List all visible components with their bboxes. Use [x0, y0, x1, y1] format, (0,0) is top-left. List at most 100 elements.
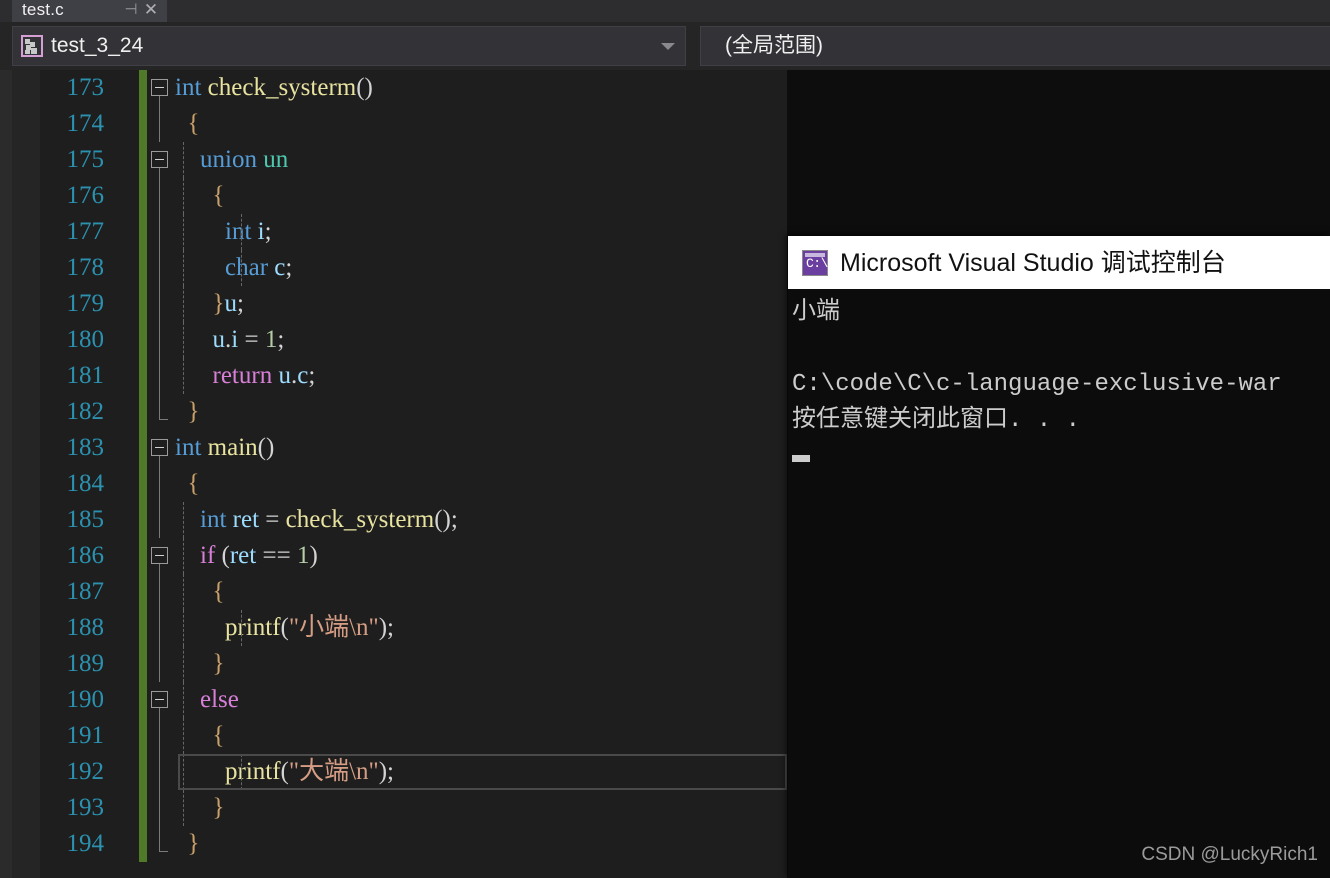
project-scope-dropdown[interactable]: test_3_24 — [12, 26, 686, 66]
outlining-column[interactable] — [147, 718, 175, 754]
outlining-column[interactable] — [147, 502, 175, 538]
code-line[interactable]: 187 { — [40, 574, 458, 610]
code-text: return u.c; — [175, 358, 458, 394]
code-line[interactable]: 174 { — [40, 106, 458, 142]
outlining-column[interactable] — [147, 250, 175, 286]
code-line[interactable]: 191 { — [40, 718, 458, 754]
line-number: 187 — [66, 578, 105, 605]
line-number: 184 — [66, 470, 105, 497]
code-line[interactable]: 182 } — [40, 394, 458, 430]
debug-console-window[interactable]: C:\ Microsoft Visual Studio 调试控制台 小端 C:\… — [788, 236, 1330, 878]
code-token: u — [224, 290, 238, 317]
code-text: { — [175, 178, 458, 214]
editor-left-strip — [0, 70, 12, 878]
code-token: = — [259, 506, 286, 533]
code-token: int — [175, 74, 202, 101]
outlining-column[interactable] — [147, 430, 175, 466]
code-line[interactable]: 181 return u.c; — [40, 358, 458, 394]
code-text: u.i = 1; — [175, 322, 458, 358]
outlining-column[interactable] — [147, 70, 175, 106]
indent-guide — [241, 754, 242, 790]
outlining-column[interactable] — [147, 646, 175, 682]
outlining-line — [159, 106, 160, 142]
editor-selection-margin[interactable] — [12, 70, 40, 878]
code-token: u — [212, 326, 226, 353]
outlining-column[interactable] — [147, 322, 175, 358]
code-line[interactable]: 185 int ret = check_systerm(); — [40, 502, 458, 538]
collapse-icon[interactable] — [151, 151, 168, 168]
code-line[interactable]: 186 if (ret == 1) — [40, 538, 458, 574]
code-line[interactable]: 189 } — [40, 646, 458, 682]
outlining-column[interactable] — [147, 106, 175, 142]
indent-guide — [183, 646, 184, 682]
code-line[interactable]: 176 { — [40, 178, 458, 214]
pin-icon[interactable]: ⊣ — [123, 0, 139, 20]
code-token: main — [207, 434, 258, 461]
line-number: 183 — [66, 434, 105, 461]
code-token: ; — [264, 218, 272, 245]
code-line[interactable]: 178 char c; — [40, 250, 458, 286]
line-number: 188 — [66, 614, 105, 641]
code-text: if (ret == 1) — [175, 538, 458, 574]
change-bar — [139, 322, 147, 358]
editor-surface[interactable]: 173 int check_systerm() 174 {175 union un 1… — [40, 70, 787, 878]
code-token: i — [257, 218, 265, 245]
code-line[interactable]: 177 int i; — [40, 214, 458, 250]
change-bar — [139, 394, 147, 430]
outlining-column[interactable] — [147, 790, 175, 826]
member-scope-dropdown[interactable]: (全局范围) — [700, 26, 1330, 66]
code-line[interactable]: 193 } — [40, 790, 458, 826]
code-text: { — [175, 718, 458, 754]
outlining-column[interactable] — [147, 214, 175, 250]
code-line[interactable]: 175 union un — [40, 142, 458, 178]
chevron-down-icon[interactable] — [661, 43, 675, 50]
outlining-column[interactable] — [147, 826, 175, 862]
outlining-column[interactable] — [147, 178, 175, 214]
change-bar — [139, 826, 147, 862]
code-line[interactable]: 192 printf("大端\n"); — [40, 754, 458, 790]
indent-guide — [183, 214, 184, 250]
code-token: = — [238, 326, 265, 353]
indent-guide — [183, 718, 184, 754]
navigation-bar: test_3_24 (全局范围) — [0, 22, 1330, 70]
outlining-line — [159, 646, 160, 682]
code-token: int — [175, 434, 202, 461]
code-line[interactable]: 179 }u; — [40, 286, 458, 322]
change-bar — [139, 70, 147, 106]
outlining-column[interactable] — [147, 142, 175, 178]
outlining-column[interactable] — [147, 610, 175, 646]
change-bar — [139, 682, 147, 718]
outlining-column[interactable] — [147, 754, 175, 790]
outlining-column[interactable] — [147, 286, 175, 322]
code-text: else — [175, 682, 458, 718]
close-icon[interactable]: ✕ — [143, 0, 159, 20]
code-line[interactable]: 173 int check_systerm() — [40, 70, 458, 106]
outlining-column[interactable] — [147, 358, 175, 394]
change-bar — [139, 610, 147, 646]
tab-test-c[interactable]: test.c ⊣ ✕ — [12, 0, 167, 22]
code-line[interactable]: 180 u.i = 1; — [40, 322, 458, 358]
code-line[interactable]: 190 else — [40, 682, 458, 718]
outlining-end-marker — [159, 394, 168, 420]
code-token: c — [297, 362, 309, 389]
collapse-icon[interactable] — [151, 439, 168, 456]
outlining-column[interactable] — [147, 394, 175, 430]
collapse-icon[interactable] — [151, 79, 168, 96]
code-token: printf — [225, 614, 281, 641]
collapse-icon[interactable] — [151, 547, 168, 564]
change-bar — [139, 286, 147, 322]
collapse-icon[interactable] — [151, 691, 168, 708]
outlining-column[interactable] — [147, 574, 175, 610]
outlining-column[interactable] — [147, 682, 175, 718]
console-title-bar[interactable]: C:\ Microsoft Visual Studio 调试控制台 — [788, 236, 1330, 289]
code-line[interactable]: 194 } — [40, 826, 458, 862]
code-line[interactable]: 188 printf("小端\n"); — [40, 610, 458, 646]
outlining-column[interactable] — [147, 538, 175, 574]
outlining-column[interactable] — [147, 466, 175, 502]
code-line[interactable]: 184 { — [40, 466, 458, 502]
code-line[interactable]: 183 int main() — [40, 430, 458, 466]
console-output[interactable]: 小端 C:\code\C\c-language-exclusive-war 按任… — [788, 289, 1330, 878]
code-token: 1 — [296, 542, 310, 569]
